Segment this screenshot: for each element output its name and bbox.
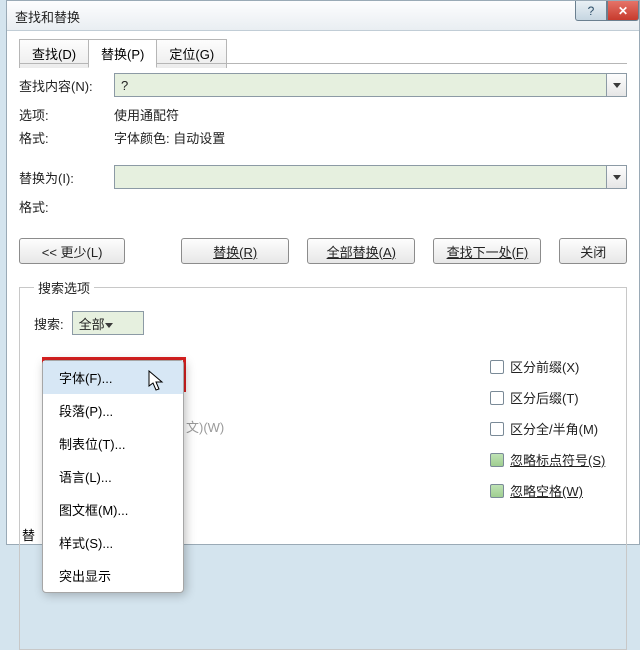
titlebar: 查找和替换 ? ✕ — [7, 1, 639, 31]
find-what-value: ? — [121, 78, 128, 93]
replace-button[interactable]: 替换(R) — [181, 238, 289, 264]
dropdown-arrow-icon[interactable] — [606, 74, 626, 96]
checkbox-icon — [490, 484, 504, 498]
menu-item-highlight[interactable]: 突出显示 — [43, 559, 183, 592]
check-prefix[interactable]: 区分前缀(X) — [490, 357, 605, 376]
replace-with-input[interactable] — [114, 165, 627, 189]
options-label: 选项: — [19, 105, 114, 124]
menu-item-language[interactable]: 语言(L)... — [43, 460, 183, 493]
dropdown-arrow-icon[interactable] — [105, 316, 123, 331]
replace-all-button[interactable]: 全部替换(A) — [307, 238, 415, 264]
menu-item-style[interactable]: 样式(S)... — [43, 526, 183, 559]
format-label: 格式: — [19, 128, 114, 147]
cursor-icon — [148, 370, 166, 392]
find-next-button[interactable]: 查找下一处(F) — [433, 238, 541, 264]
search-options-legend: 搜索选项 — [34, 278, 94, 297]
window-title: 查找和替换 — [15, 7, 80, 26]
options-value: 使用通配符 — [114, 105, 179, 124]
menu-item-tabs[interactable]: 制表位(T)... — [43, 427, 183, 460]
find-what-label: 查找内容(N): — [19, 76, 114, 95]
check-full-half[interactable]: 区分全/半角(M) — [490, 419, 605, 438]
window-close-button[interactable]: ✕ — [607, 1, 639, 21]
tab-replace[interactable]: 替换(P) — [88, 39, 157, 68]
help-button[interactable]: ? — [575, 1, 607, 21]
checkbox-icon — [490, 391, 504, 405]
search-direction-select[interactable]: 全部 — [72, 311, 144, 335]
checkbox-icon — [490, 360, 504, 374]
replace-with-label: 替换为(I): — [19, 168, 114, 187]
less-button[interactable]: << 更少(L) — [19, 238, 125, 264]
dropdown-arrow-icon[interactable] — [606, 166, 626, 188]
format-menu: 字体(F)... 段落(P)... 制表位(T)... 语言(L)... 图文框… — [42, 360, 184, 593]
search-direction-label: 搜索: — [34, 314, 64, 333]
close-button[interactable]: 关闭 — [559, 238, 627, 264]
obscured-text: 文)(W) — [186, 417, 224, 436]
format2-label: 格式: — [19, 197, 114, 216]
check-ignore-punct[interactable]: 忽略标点符号(S) — [490, 450, 605, 469]
menu-item-frame[interactable]: 图文框(M)... — [43, 493, 183, 526]
checkbox-icon — [490, 422, 504, 436]
menu-item-paragraph[interactable]: 段落(P)... — [43, 394, 183, 427]
format-value: 字体颜色: 自动设置 — [114, 128, 225, 147]
check-ignore-space[interactable]: 忽略空格(W) — [490, 481, 605, 500]
checkbox-icon — [490, 453, 504, 467]
obscured-text: 替 — [22, 525, 35, 544]
find-what-input[interactable]: ? — [114, 73, 627, 97]
check-suffix[interactable]: 区分后缀(T) — [490, 388, 605, 407]
